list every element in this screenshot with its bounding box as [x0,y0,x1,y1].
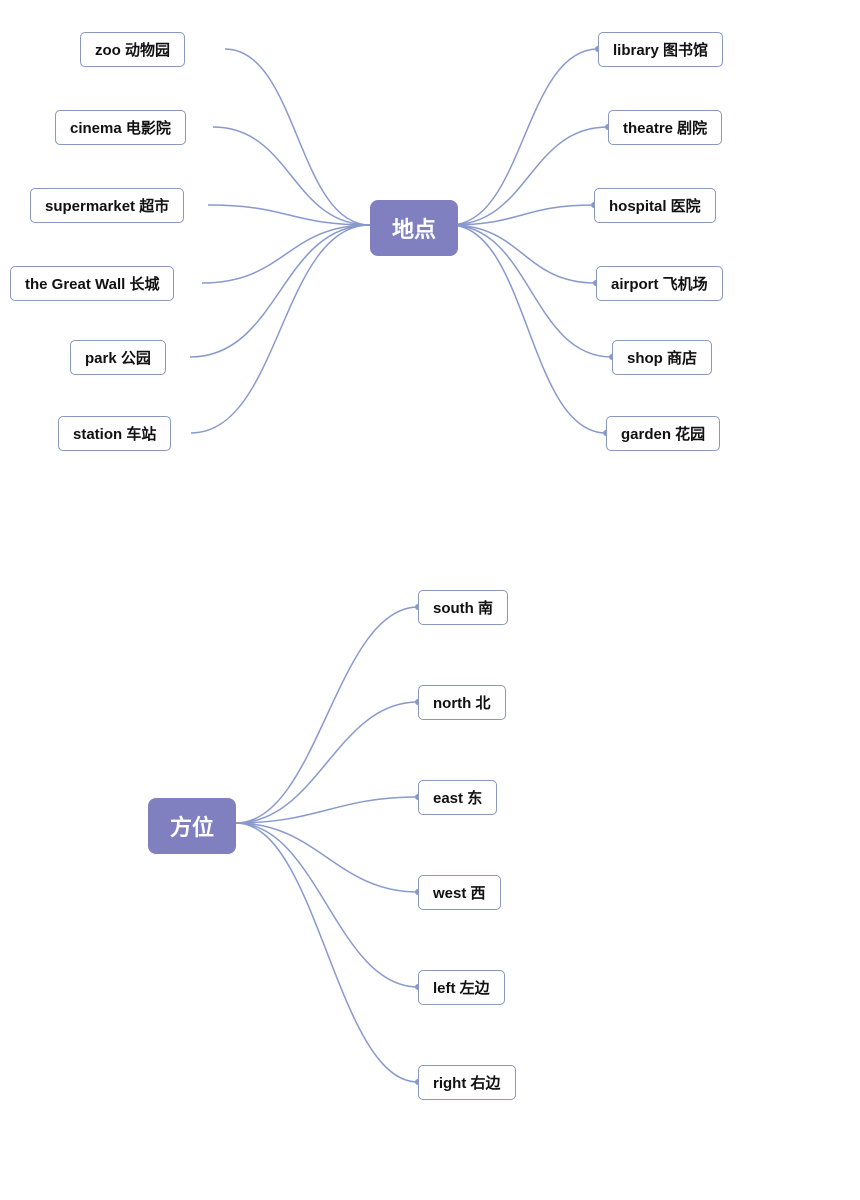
leaf-theatre: theatre 剧院 [608,110,722,145]
center-node-places: 地点 [370,200,458,256]
leaf-zoo: zoo 动物园 [80,32,185,67]
leaf-left: left 左边 [418,970,505,1005]
leaf-greatwall: the Great Wall 长城 [10,266,174,301]
leaf-library: library 图书馆 [598,32,723,67]
leaf-station: station 车站 [58,416,171,451]
leaf-south: south 南 [418,590,508,625]
leaf-supermarket: supermarket 超市 [30,188,184,223]
leaf-west: west 西 [418,875,501,910]
leaf-right: right 右边 [418,1065,516,1100]
leaf-cinema: cinema 电影院 [55,110,186,145]
leaf-airport: airport 飞机场 [596,266,723,301]
leaf-park: park 公园 [70,340,166,375]
leaf-north: north 北 [418,685,506,720]
leaf-east: east 东 [418,780,497,815]
leaf-garden: garden 花园 [606,416,720,451]
leaf-shop: shop 商店 [612,340,712,375]
mindmap-places: 地点 zoo 动物园 cinema 电影院 supermarket 超市 the… [0,0,860,490]
leaf-hospital: hospital 医院 [594,188,716,223]
mindmap-directions: 方位 south 南 north 北 east 东 west 西 left 左边… [0,500,860,1200]
center-node-directions: 方位 [148,798,236,854]
